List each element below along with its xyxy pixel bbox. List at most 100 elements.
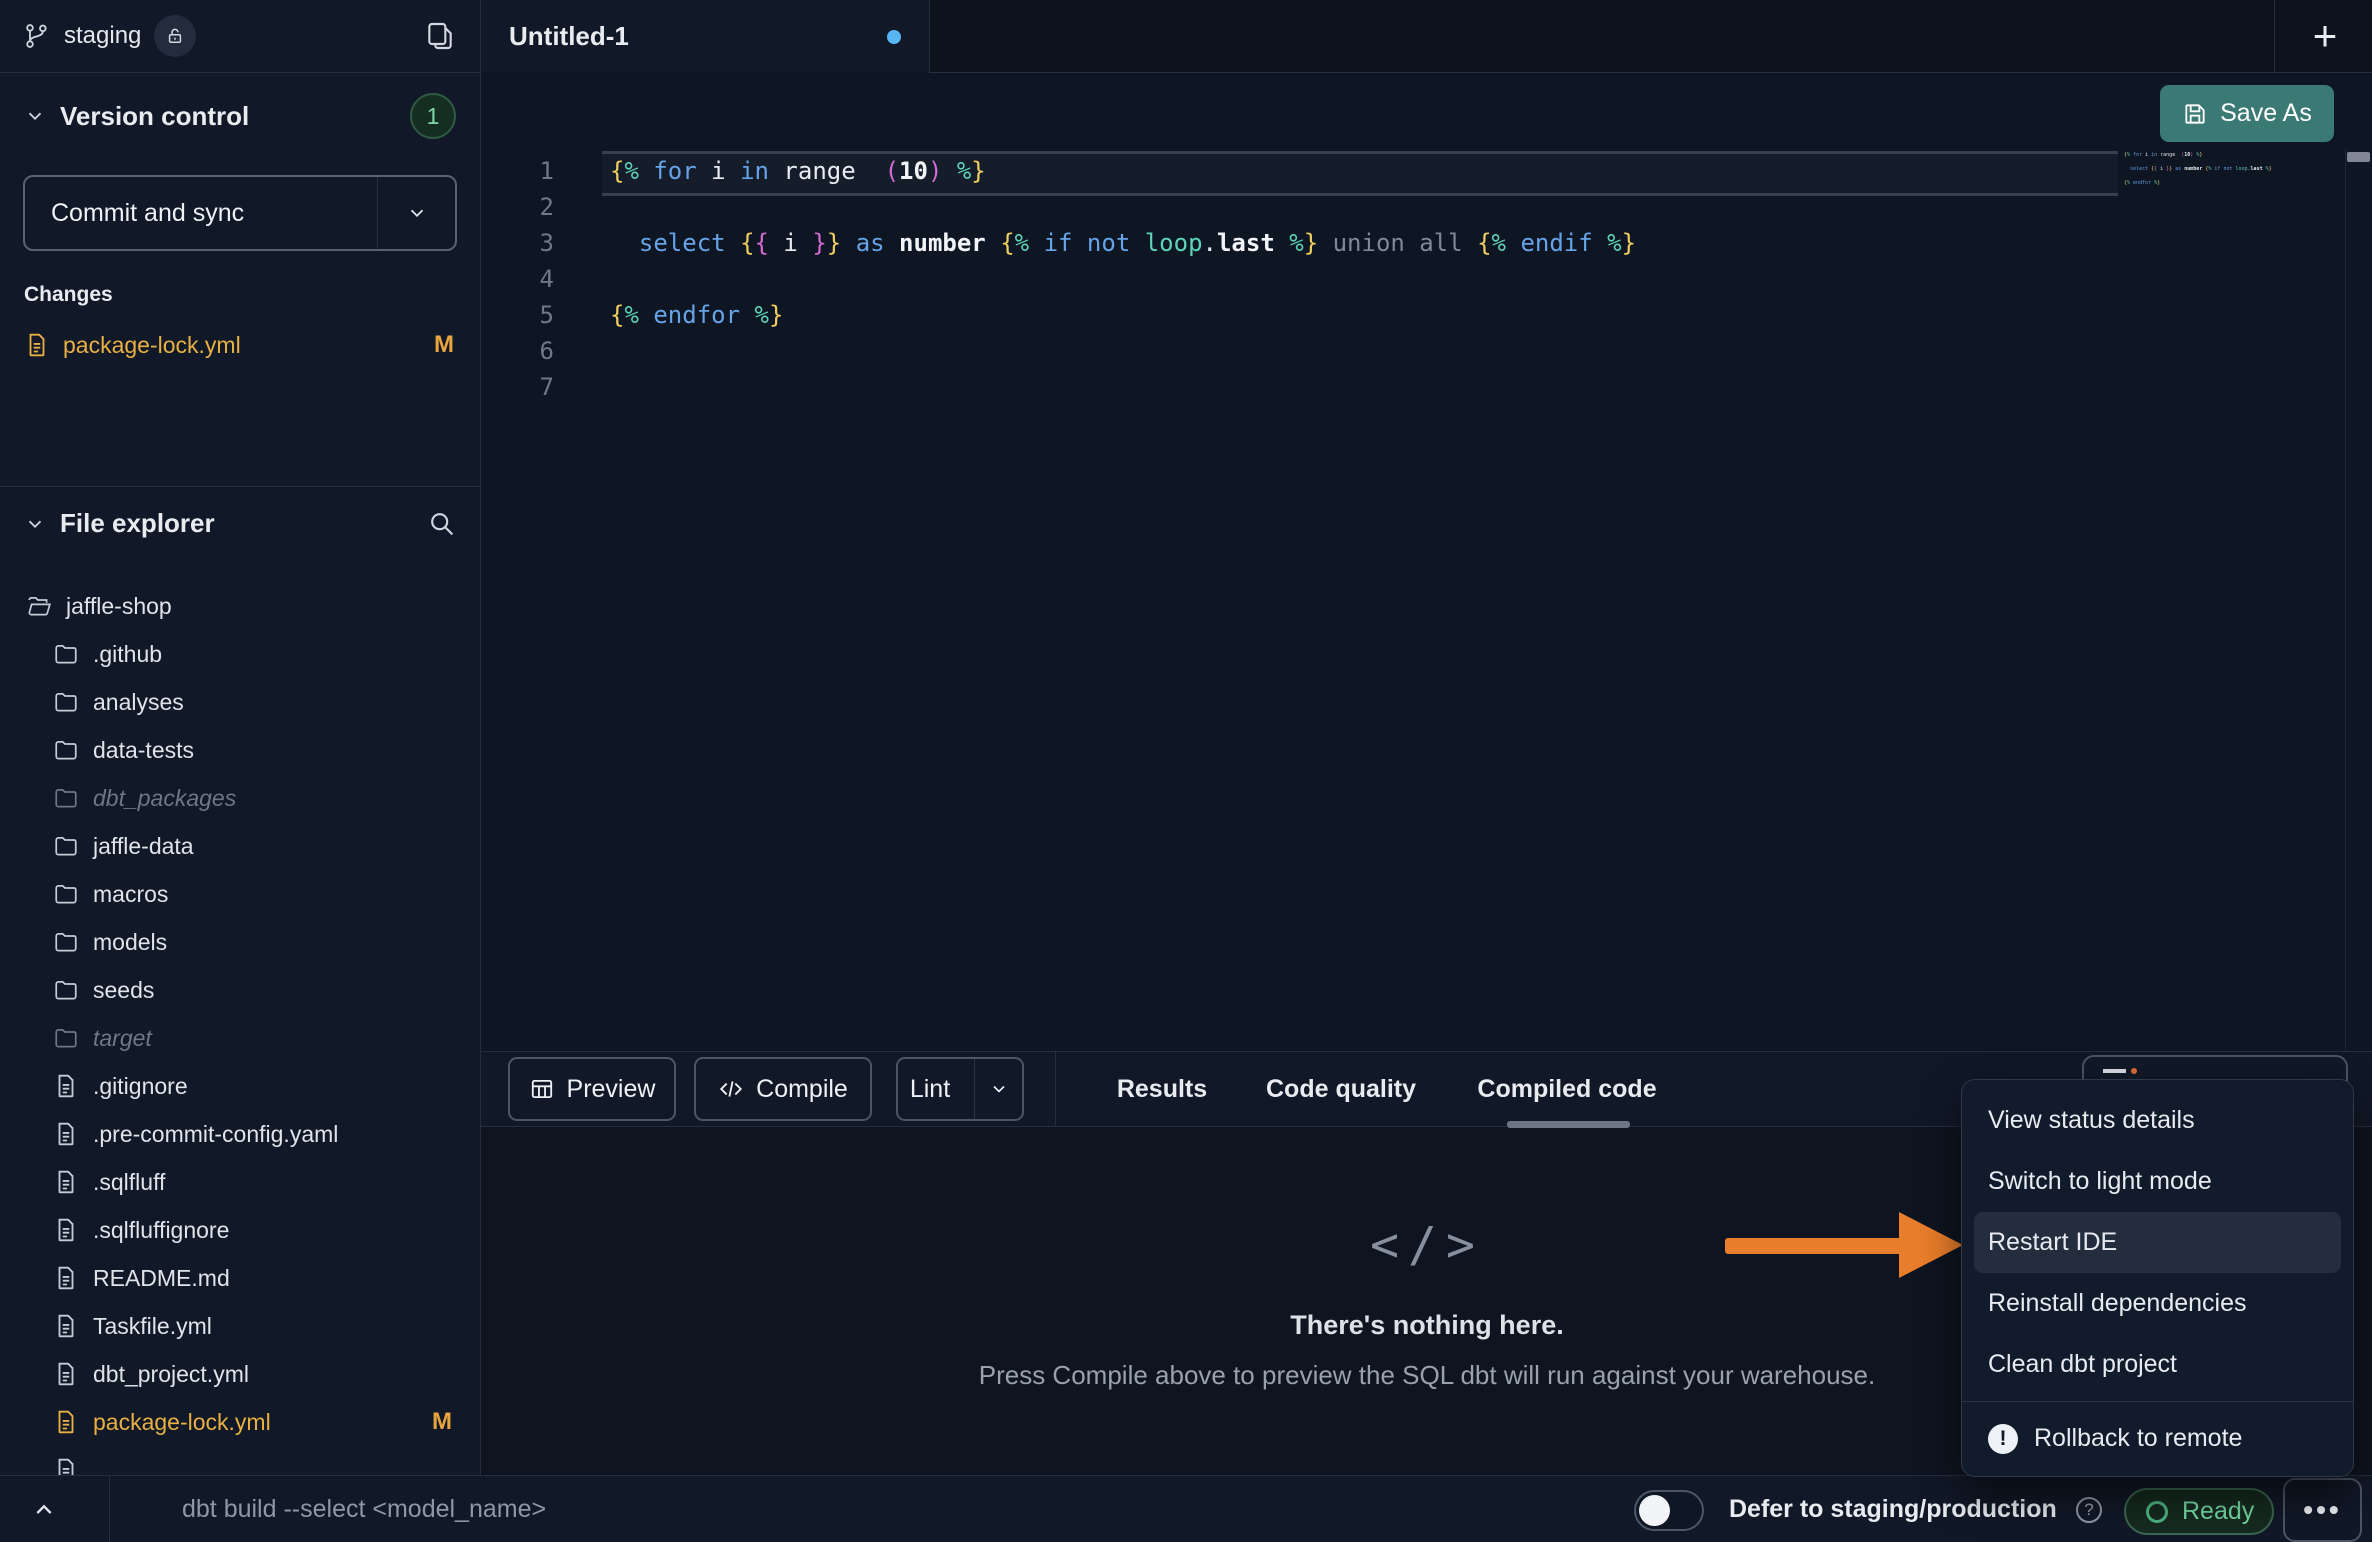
defer-toggle[interactable] (1634, 1490, 1704, 1531)
folder-item-target[interactable]: target (0, 1014, 480, 1062)
file-item-.sqlfluffignore[interactable]: .sqlfluffignore (0, 1206, 480, 1254)
alert-icon: ! (1988, 1424, 2018, 1454)
file-item-.pre-commit-config.yaml[interactable]: .pre-commit-config.yaml (0, 1110, 480, 1158)
menu-item-reinstall-dependencies[interactable]: Reinstall dependencies (1962, 1273, 2353, 1334)
item-label: .github (93, 641, 162, 668)
file-item-dbt_project.yml[interactable]: dbt_project.yml (0, 1350, 480, 1398)
chevron-down-icon (24, 513, 46, 535)
item-label: .sqlfluff (93, 1169, 165, 1196)
code-lines: 1{% for i in range (10) %}23 select {{ i… (481, 153, 2372, 405)
file-item-README.md[interactable]: README.md (0, 1254, 480, 1302)
menu-item-rollback-to-remote[interactable]: !Rollback to remote (1962, 1408, 2353, 1469)
item-label: README.md (93, 1265, 230, 1292)
file-icon (53, 1409, 79, 1435)
file-item-partial[interactable] (0, 1446, 480, 1475)
file-item-.sqlfluff[interactable]: .sqlfluff (0, 1158, 480, 1206)
lint-label: Lint (898, 1075, 962, 1104)
folder-item-jaffle-data[interactable]: jaffle-data (0, 822, 480, 870)
item-label: analyses (93, 689, 184, 716)
folder-icon (53, 689, 79, 715)
item-label: .pre-commit-config.yaml (93, 1121, 338, 1148)
menu-item-clean-dbt-project[interactable]: Clean dbt project (1962, 1334, 2353, 1395)
file-item-package-lock.yml[interactable]: package-lock.ymlM (0, 1398, 480, 1446)
chevron-down-icon (989, 1079, 1009, 1099)
item-label: jaffle-shop (66, 593, 172, 620)
editor-header: Save As (481, 73, 2372, 150)
menu-item-switch-to-light-mode[interactable]: Switch to light mode (1962, 1151, 2353, 1212)
chevron-down-icon (406, 202, 428, 224)
file-tree: jaffle-shop .github analyses data-tests dbt_… (0, 582, 480, 1475)
annotation-arrow-head (1899, 1212, 1963, 1278)
file-icon (53, 1265, 79, 1291)
file-explorer-title: File explorer (60, 508, 215, 539)
changed-file-row[interactable]: package-lock.yml M (24, 323, 454, 367)
toolbar-divider (1055, 1052, 1056, 1126)
code-line-7: 7 (481, 369, 2372, 405)
item-label: jaffle-data (93, 833, 194, 860)
panel-tab-results[interactable]: Results (1117, 1052, 1207, 1126)
editor-scrollbar-thumb[interactable] (2347, 152, 2370, 162)
ide-options-context-menu: View status details Switch to light mode R… (1961, 1079, 2354, 1477)
tab-untitled-1[interactable]: Untitled-1 (481, 0, 930, 73)
table-icon (529, 1076, 555, 1102)
annotation-arrow-shaft (1725, 1238, 1910, 1254)
code-line-3: 3 select {{ i }} as number {% if not loo… (481, 225, 2372, 261)
folder-item-jaffle-shop[interactable]: jaffle-shop (0, 582, 480, 630)
search-icon[interactable] (427, 509, 456, 538)
file-explorer-header[interactable]: File explorer (0, 487, 480, 560)
save-as-button[interactable]: Save As (2160, 85, 2334, 142)
version-control-section: Version control 1 Commit and sync Change… (0, 73, 480, 487)
file-icon (24, 332, 50, 358)
folder-item-seeds[interactable]: seeds (0, 966, 480, 1014)
compile-button[interactable]: Compile (694, 1057, 872, 1121)
folder-item-.github[interactable]: .github (0, 630, 480, 678)
menu-item-view-status-details[interactable]: View status details (1962, 1090, 2353, 1151)
folder-item-models[interactable]: models (0, 918, 480, 966)
menu-item-restart-ide[interactable]: Restart IDE (1974, 1212, 2341, 1273)
sidebar: staging Version control 1 Commit and syn… (0, 0, 481, 1475)
file-item-.gitignore[interactable]: .gitignore (0, 1062, 480, 1110)
file-icon (53, 1073, 79, 1099)
unsaved-indicator-dot (887, 30, 901, 44)
version-control-header[interactable]: Version control 1 (0, 73, 480, 159)
menu-divider (1962, 1401, 2353, 1402)
changed-file-name: package-lock.yml (63, 332, 241, 359)
lint-dropdown-toggle[interactable] (974, 1059, 1022, 1119)
file-icon (53, 1121, 79, 1147)
help-icon[interactable]: ? (2076, 1497, 2102, 1523)
commit-dropdown-toggle[interactable] (377, 177, 455, 249)
dbt-command-input[interactable]: dbt build --select <model_name> (182, 1476, 546, 1542)
item-label: .sqlfluffignore (93, 1217, 229, 1244)
menu-item-label: Switch to light mode (1988, 1167, 2212, 1196)
item-label: dbt_packages (93, 785, 236, 812)
compile-label: Compile (756, 1075, 848, 1104)
chevron-up-icon[interactable] (28, 1493, 60, 1525)
preview-button[interactable]: Preview (508, 1057, 676, 1121)
panel-tab-compiled-code[interactable]: Compiled code (1477, 1052, 1656, 1126)
menu-item-label: View status details (1988, 1106, 2195, 1135)
tabbar-divider (2274, 0, 2275, 72)
save-icon (2182, 101, 2208, 127)
folder-item-macros[interactable]: macros (0, 870, 480, 918)
copy-icon[interactable] (424, 20, 456, 52)
lint-button[interactable]: Lint (896, 1057, 1024, 1121)
chevron-down-icon (24, 105, 46, 127)
folder-icon (53, 833, 79, 859)
folder-item-analyses[interactable]: analyses (0, 678, 480, 726)
minimap[interactable]: {% for i in range (10) %} select {{ i }}… (2124, 152, 2274, 201)
status-ready-pill[interactable]: Ready (2124, 1488, 2274, 1535)
panel-tab-code-quality[interactable]: Code quality (1266, 1052, 1416, 1126)
status-ring-icon (2146, 1501, 2168, 1523)
code-icon (718, 1076, 744, 1102)
more-options-button[interactable]: ••• (2283, 1478, 2362, 1542)
file-item-Taskfile.yml[interactable]: Taskfile.yml (0, 1302, 480, 1350)
code-editor[interactable]: 1{% for i in range (10) %}23 select {{ i… (481, 150, 2372, 1051)
commit-and-sync-button[interactable]: Commit and sync (23, 175, 457, 251)
folder-item-dbt_packages[interactable]: dbt_packages (0, 774, 480, 822)
code-line-6: 6 (481, 333, 2372, 369)
folder-item-data-tests[interactable]: data-tests (0, 726, 480, 774)
command-bar: dbt build --select <model_name> Defer to… (0, 1475, 2372, 1542)
git-branch-icon (23, 22, 51, 50)
new-tab-button[interactable]: + (2301, 12, 2349, 60)
branch-name[interactable]: staging (64, 22, 141, 50)
